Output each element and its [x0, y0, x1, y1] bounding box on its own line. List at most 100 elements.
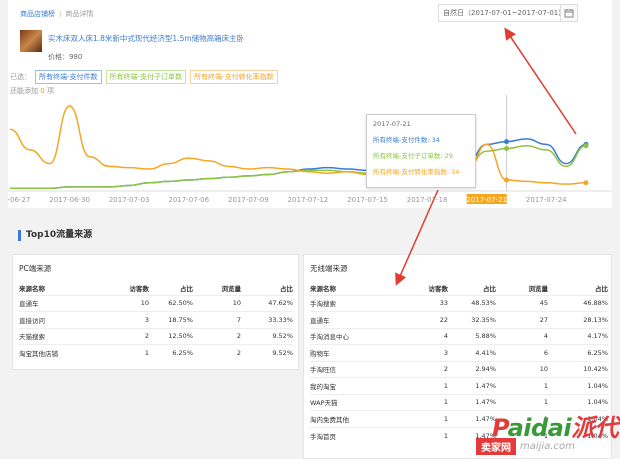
table-cell: 4.17% — [548, 327, 608, 345]
series-1-point — [583, 143, 589, 149]
table-row: 购物车 3 4.41% 6 6.25% — [310, 344, 608, 361]
column-header: 占比 — [280, 284, 293, 293]
table-header-row: 来源名称 访客数 占比 浏览量 占比 — [19, 281, 293, 295]
product-detail-card: 商品店铺榜 | 商品详情 自然日（2017-07-01~2017-07-01） 实木… — [8, 0, 612, 208]
column-header: 浏览量 — [528, 284, 549, 293]
legend-tag-pay-items[interactable]: 所有终端-支付件数 — [35, 70, 102, 84]
product-title-link[interactable]: 实木床双人床1.8米新中式现代经济型1.5m储物高箱床主卧 — [48, 33, 244, 44]
legend-tag-pay-orders[interactable]: 所有终端-支付子订单数 — [105, 70, 187, 84]
column-header: 浏览量 — [221, 284, 242, 293]
x-tick-label: 2017-07-09 — [228, 196, 269, 204]
section-title: Top10流量来源 — [18, 230, 92, 241]
table-cell: 32.35% — [448, 311, 496, 328]
column-header: 占比 — [483, 284, 496, 293]
tooltip-row-pay-items: 所有终端-支付件数: 34 — [373, 136, 440, 144]
source-name-cell: 淘宝其他店铺 — [19, 344, 103, 361]
add-hint-unit: 项 — [46, 87, 54, 95]
calendar-button[interactable] — [560, 4, 578, 22]
tooltip-date: 2017-07-21 — [373, 120, 411, 128]
x-tick-label: 2017-07-15 — [347, 196, 388, 204]
table-cell: 2 — [398, 360, 448, 378]
watermark: Paidai派代 卖家网 maijia.com — [470, 408, 620, 459]
x-tick-label: 2017-07-03 — [109, 196, 150, 204]
table-cell: 1 — [496, 377, 548, 394]
table-cell: 3 — [103, 311, 149, 328]
legend-tag-conversion[interactable]: 所有终端-支付转化率指数 — [190, 70, 278, 84]
pc-panel-title: PC端来源 — [19, 264, 52, 273]
table-cell: 5.88% — [448, 327, 496, 345]
breadcrumb-separator: | — [59, 10, 62, 18]
x-tick-label: 2017-07-21 — [466, 196, 507, 204]
watermark-url: maijia.com — [520, 441, 575, 452]
x-tick-label: 2017-06-27 — [8, 196, 30, 204]
breadcrumb-root-link[interactable]: 商品店铺榜 — [20, 10, 55, 18]
column-header: 占比 — [180, 284, 193, 293]
source-name-cell: 购物车 — [310, 344, 398, 361]
table-cell: 1 — [398, 426, 448, 444]
table-cell: 62.50% — [149, 294, 193, 312]
table-cell: 2.94% — [448, 360, 496, 378]
chart-tooltip: 2017-07-21 所有终端-支付件数: 34 所有终端-支付子订单数: 29… — [366, 114, 476, 188]
table-cell: 4.41% — [448, 344, 496, 361]
product-price: 价格：980 — [48, 53, 83, 61]
table-cell: 1 — [398, 410, 448, 427]
table-cell: 6 — [496, 344, 548, 361]
table-cell: 9.52% — [241, 344, 293, 361]
table-cell: 3 — [398, 344, 448, 361]
date-range-picker[interactable]: 自然日（2017-07-01~2017-07-01） — [438, 4, 571, 22]
table-cell: 33.33% — [241, 311, 293, 328]
table-cell: 27 — [496, 311, 548, 328]
series-line-1 — [10, 144, 587, 190]
series-2-point — [504, 177, 510, 183]
product-thumbnail[interactable] — [20, 30, 42, 52]
series-line-2 — [9, 105, 587, 185]
table-cell: 6.25% — [149, 344, 193, 361]
source-name-cell: 手淘旺信 — [310, 360, 398, 378]
table-cell: 10 — [193, 294, 241, 312]
source-name-cell: 直通车 — [310, 311, 398, 328]
table-row: 手淘搜索 33 48.53% 45 46.88% — [310, 294, 608, 312]
table-cell: 4 — [398, 327, 448, 345]
pc-source-panel: PC端来源 来源名称 访客数 占比 浏览量 占比 直通车 10 62.50% 10 47… — [12, 254, 299, 370]
add-hint-count: 0 — [40, 87, 45, 95]
table-cell: 1.04% — [548, 377, 608, 394]
table-cell: 1.47% — [448, 377, 496, 394]
table-cell: 48.53% — [448, 294, 496, 312]
pc-source-table: 来源名称 访客数 占比 浏览量 占比 直通车 10 62.50% 10 47.62% 直接… — [19, 281, 293, 361]
breadcrumb: 商品店铺榜 | 商品详情 — [20, 9, 93, 19]
tooltip-row-conversion: 所有终端-支付转化率指数: 34 — [373, 168, 460, 176]
mobile-panel-title: 无线端来源 — [310, 264, 348, 273]
table-cell: 33 — [398, 294, 448, 312]
table-cell: 2 — [193, 344, 241, 361]
source-name-cell: 直接访问 — [19, 311, 103, 328]
source-name-cell: 天猫搜索 — [19, 327, 103, 345]
chart-legend: 已选： 所有终端-支付件数 所有终端-支付子订单数 所有终端-支付转化率指数 — [10, 70, 278, 84]
table-row: 直通车 22 32.35% 27 28.13% — [310, 311, 608, 328]
source-name-cell: 手淘消息中心 — [310, 327, 398, 345]
table-cell: 28.13% — [548, 311, 608, 328]
table-cell: 12.50% — [149, 327, 193, 345]
table-cell: 18.75% — [149, 311, 193, 328]
source-name-cell: 直通车 — [19, 294, 103, 312]
table-row: 手淘旺信 2 2.94% 10 10.42% — [310, 360, 608, 378]
trend-line-chart[interactable]: 2017-06-27 2017-06-30 2017-07-03 2017-07-06… — [8, 95, 612, 208]
x-tick-label: 2017-06-30 — [49, 196, 90, 204]
series-2-point — [583, 180, 589, 186]
column-header: 来源名称 — [310, 284, 336, 293]
table-cell: 4 — [496, 327, 548, 345]
column-header: 访客数 — [428, 284, 449, 293]
table-row: 手淘消息中心 4 5.88% 4 4.17% — [310, 327, 608, 345]
table-cell: 1 — [398, 393, 448, 411]
tooltip-row-pay-orders: 所有终端-支付子订单数: 29 — [373, 152, 453, 160]
column-header: 访客数 — [129, 284, 150, 293]
watermark-site-badge: 卖家网 — [476, 438, 516, 455]
calendar-icon — [564, 9, 574, 18]
table-cell: 2 — [193, 327, 241, 345]
table-cell: 10 — [103, 294, 149, 312]
table-cell: 47.62% — [241, 294, 293, 312]
table-cell: 10.42% — [548, 360, 608, 378]
table-cell: 9.52% — [241, 327, 293, 345]
table-cell: 6.25% — [548, 344, 608, 361]
table-cell: 1 — [398, 377, 448, 394]
table-row: 天猫搜索 2 12.50% 2 9.52% — [19, 327, 293, 345]
